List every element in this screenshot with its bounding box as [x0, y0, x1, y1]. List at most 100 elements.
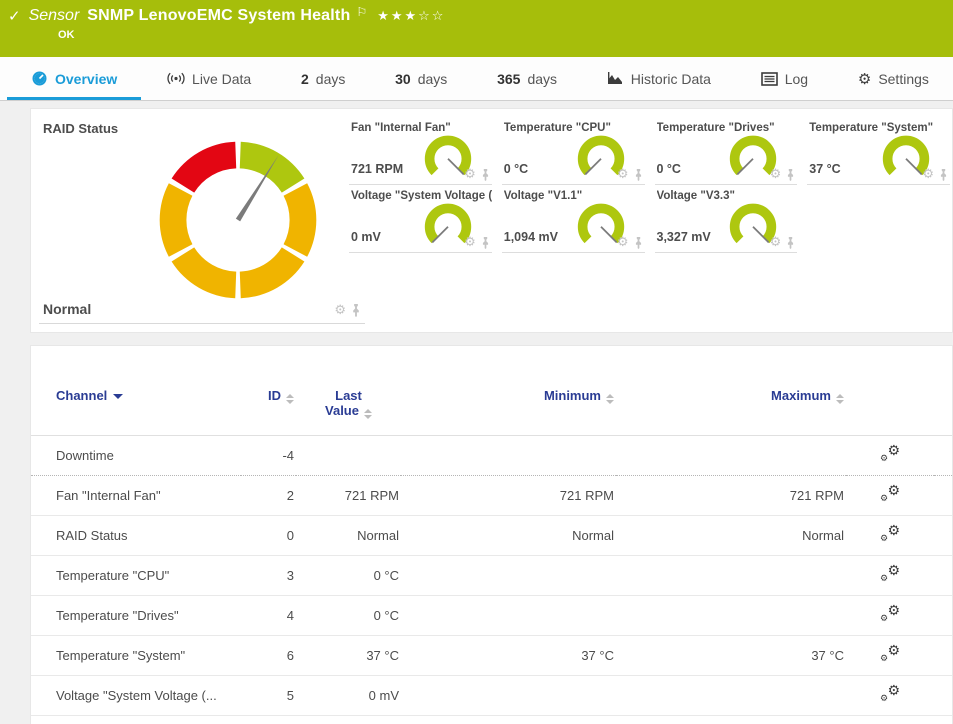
gauge-gear-icon[interactable]: ⚙ [922, 168, 934, 181]
tab-2-days[interactable]: 2 days [295, 57, 351, 100]
channel-settings-icon[interactable]: ⚙⚙ [880, 525, 900, 543]
column-header-last-value[interactable]: Last Value [296, 374, 401, 436]
stars-filled[interactable]: ★★★ [377, 8, 418, 23]
overview-content: RAID Status Normal ⚙ [0, 101, 953, 724]
gauge-gear-icon[interactable]: ⚙ [770, 236, 782, 249]
channel-settings-icon[interactable]: ⚙⚙ [880, 445, 900, 463]
tab-log[interactable]: Log [755, 57, 814, 100]
gauge-pin-icon[interactable] [481, 169, 490, 181]
channels-table: Channel ID Last Value Minimum Maximum [31, 374, 952, 724]
gauge-pin-icon[interactable] [786, 169, 795, 181]
raid-gauge-value: Normal [43, 301, 91, 317]
gauge-gear-icon[interactable]: ⚙ [617, 168, 629, 181]
gauge-value: 0 °C [504, 162, 528, 176]
channel-id: 7 [241, 716, 296, 724]
channel-id: 3 [241, 556, 296, 596]
column-header-channel-label: Channel [56, 388, 107, 403]
sort-icon [606, 394, 614, 404]
tab-365-days[interactable]: 365 days [491, 57, 563, 100]
priority-stars[interactable]: ★★★☆☆ [377, 8, 445, 24]
channel-name: Voltage "V1.1" [31, 716, 241, 724]
channel-last-value: 0 mV [296, 676, 401, 716]
gauge-pin-icon[interactable] [634, 237, 643, 249]
column-header-maximum-label: Maximum [771, 388, 831, 403]
channel-settings-icon[interactable]: ⚙⚙ [880, 685, 900, 703]
channel-last-value: 0 °C [296, 556, 401, 596]
channel-settings-icon[interactable]: ⚙⚙ [880, 605, 900, 623]
channel-settings-icon[interactable]: ⚙⚙ [880, 565, 900, 583]
table-row-voltage-v1-1: Voltage "V1.1" 7 1,094 mV 1,094 mV 1,094… [31, 716, 952, 724]
tab-bar: Overview Live Data 2 days 30 days 365 da… [0, 57, 953, 101]
small-gauges-grid: Fan "Internal Fan" 721 RPM ⚙ Temperature… [349, 109, 950, 332]
ok-check-icon: ✓ [8, 7, 21, 25]
tab-settings-label: Settings [878, 71, 929, 87]
flag-icon[interactable]: ⚐ [356, 5, 367, 19]
raid-gauge-title: RAID Status [43, 121, 118, 136]
channel-minimum: Normal [401, 516, 616, 556]
channel-id: 5 [241, 676, 296, 716]
gauge-gear-icon[interactable]: ⚙ [464, 168, 476, 181]
channel-settings-icon[interactable]: ⚙⚙ [880, 485, 900, 503]
gauge-gear-icon[interactable]: ⚙ [617, 236, 629, 249]
channel-minimum [401, 556, 616, 596]
channel-name: RAID Status [31, 516, 241, 556]
gauge-pin-icon[interactable] [481, 237, 490, 249]
tab-2-days-label: days [316, 71, 346, 87]
gauge-card-temperature-drives: Temperature "Drives" 0 °C ⚙ [655, 117, 798, 185]
tab-overview[interactable]: Overview [25, 57, 123, 100]
gauge-card-temperature-system: Temperature "System" 37 °C ⚙ [807, 117, 950, 185]
tab-live-data[interactable]: Live Data [161, 57, 257, 100]
channel-name: Downtime [31, 436, 241, 476]
gauge-card-voltage-v3-3: Voltage "V3.3" 3,327 mV ⚙ [655, 185, 798, 253]
sensor-kind-label: Sensor [29, 7, 80, 25]
sort-icon [286, 394, 294, 404]
column-header-minimum[interactable]: Minimum [401, 374, 616, 436]
raid-gauge-pin-icon[interactable] [351, 304, 361, 317]
channel-minimum: 721 RPM [401, 476, 616, 516]
column-header-channel[interactable]: Channel [31, 374, 241, 436]
channel-maximum [616, 596, 846, 636]
raid-status-gauge [149, 131, 327, 309]
channel-maximum: 721 RPM [616, 476, 846, 516]
channel-last-value [296, 436, 401, 476]
table-row-temperature-cpu: Temperature "CPU" 3 0 °C ⚙⚙ [31, 556, 952, 596]
stars-empty[interactable]: ☆☆ [418, 8, 445, 23]
channel-settings-icon[interactable]: ⚙⚙ [880, 645, 900, 663]
tab-30-days-number: 30 [395, 71, 411, 87]
column-header-value-label: Value [325, 403, 359, 418]
channel-maximum [616, 556, 846, 596]
channel-maximum [616, 676, 846, 716]
sort-icon [836, 394, 844, 404]
tab-365-days-number: 365 [497, 71, 520, 87]
column-header-maximum[interactable]: Maximum [616, 374, 846, 436]
tab-historic-data[interactable]: Historic Data [601, 57, 717, 100]
tab-log-label: Log [785, 71, 808, 87]
channel-minimum: 1,094 mV [401, 716, 616, 724]
gauge-gear-icon[interactable]: ⚙ [464, 236, 476, 249]
channel-last-value: 721 RPM [296, 476, 401, 516]
tab-settings[interactable]: ⚙ Settings [852, 57, 935, 100]
raid-gauge-gear-icon[interactable]: ⚙ [334, 304, 346, 317]
column-header-minimum-label: Minimum [544, 388, 601, 403]
tab-30-days[interactable]: 30 days [389, 57, 453, 100]
table-row-temperature-system: Temperature "System" 6 37 °C 37 °C 37 °C… [31, 636, 952, 676]
channel-minimum [401, 596, 616, 636]
table-row-temperature-drives: Temperature "Drives" 4 0 °C ⚙⚙ [31, 596, 952, 636]
gauge-value: 721 RPM [351, 162, 403, 176]
sort-desc-icon [113, 394, 123, 399]
channel-name: Fan "Internal Fan" [31, 476, 241, 516]
gauge-pin-icon[interactable] [939, 169, 948, 181]
channel-minimum [401, 436, 616, 476]
column-header-id[interactable]: ID [241, 374, 296, 436]
gauge-pin-icon[interactable] [634, 169, 643, 181]
channel-name: Temperature "CPU" [31, 556, 241, 596]
tab-2-days-number: 2 [301, 71, 309, 87]
gauge-gear-icon[interactable]: ⚙ [770, 168, 782, 181]
gauge-pin-icon[interactable] [786, 237, 795, 249]
gauge-card-voltage-v1-1: Voltage "V1.1" 1,094 mV ⚙ [502, 185, 645, 253]
gauge-value: 0 mV [351, 230, 381, 244]
channel-last-value: 1,094 mV [296, 716, 401, 724]
channel-maximum: 1,094 mV [616, 716, 846, 724]
table-row-downtime: Downtime -4 ⚙⚙ [31, 436, 952, 476]
settings-gear-icon: ⚙ [858, 70, 871, 88]
